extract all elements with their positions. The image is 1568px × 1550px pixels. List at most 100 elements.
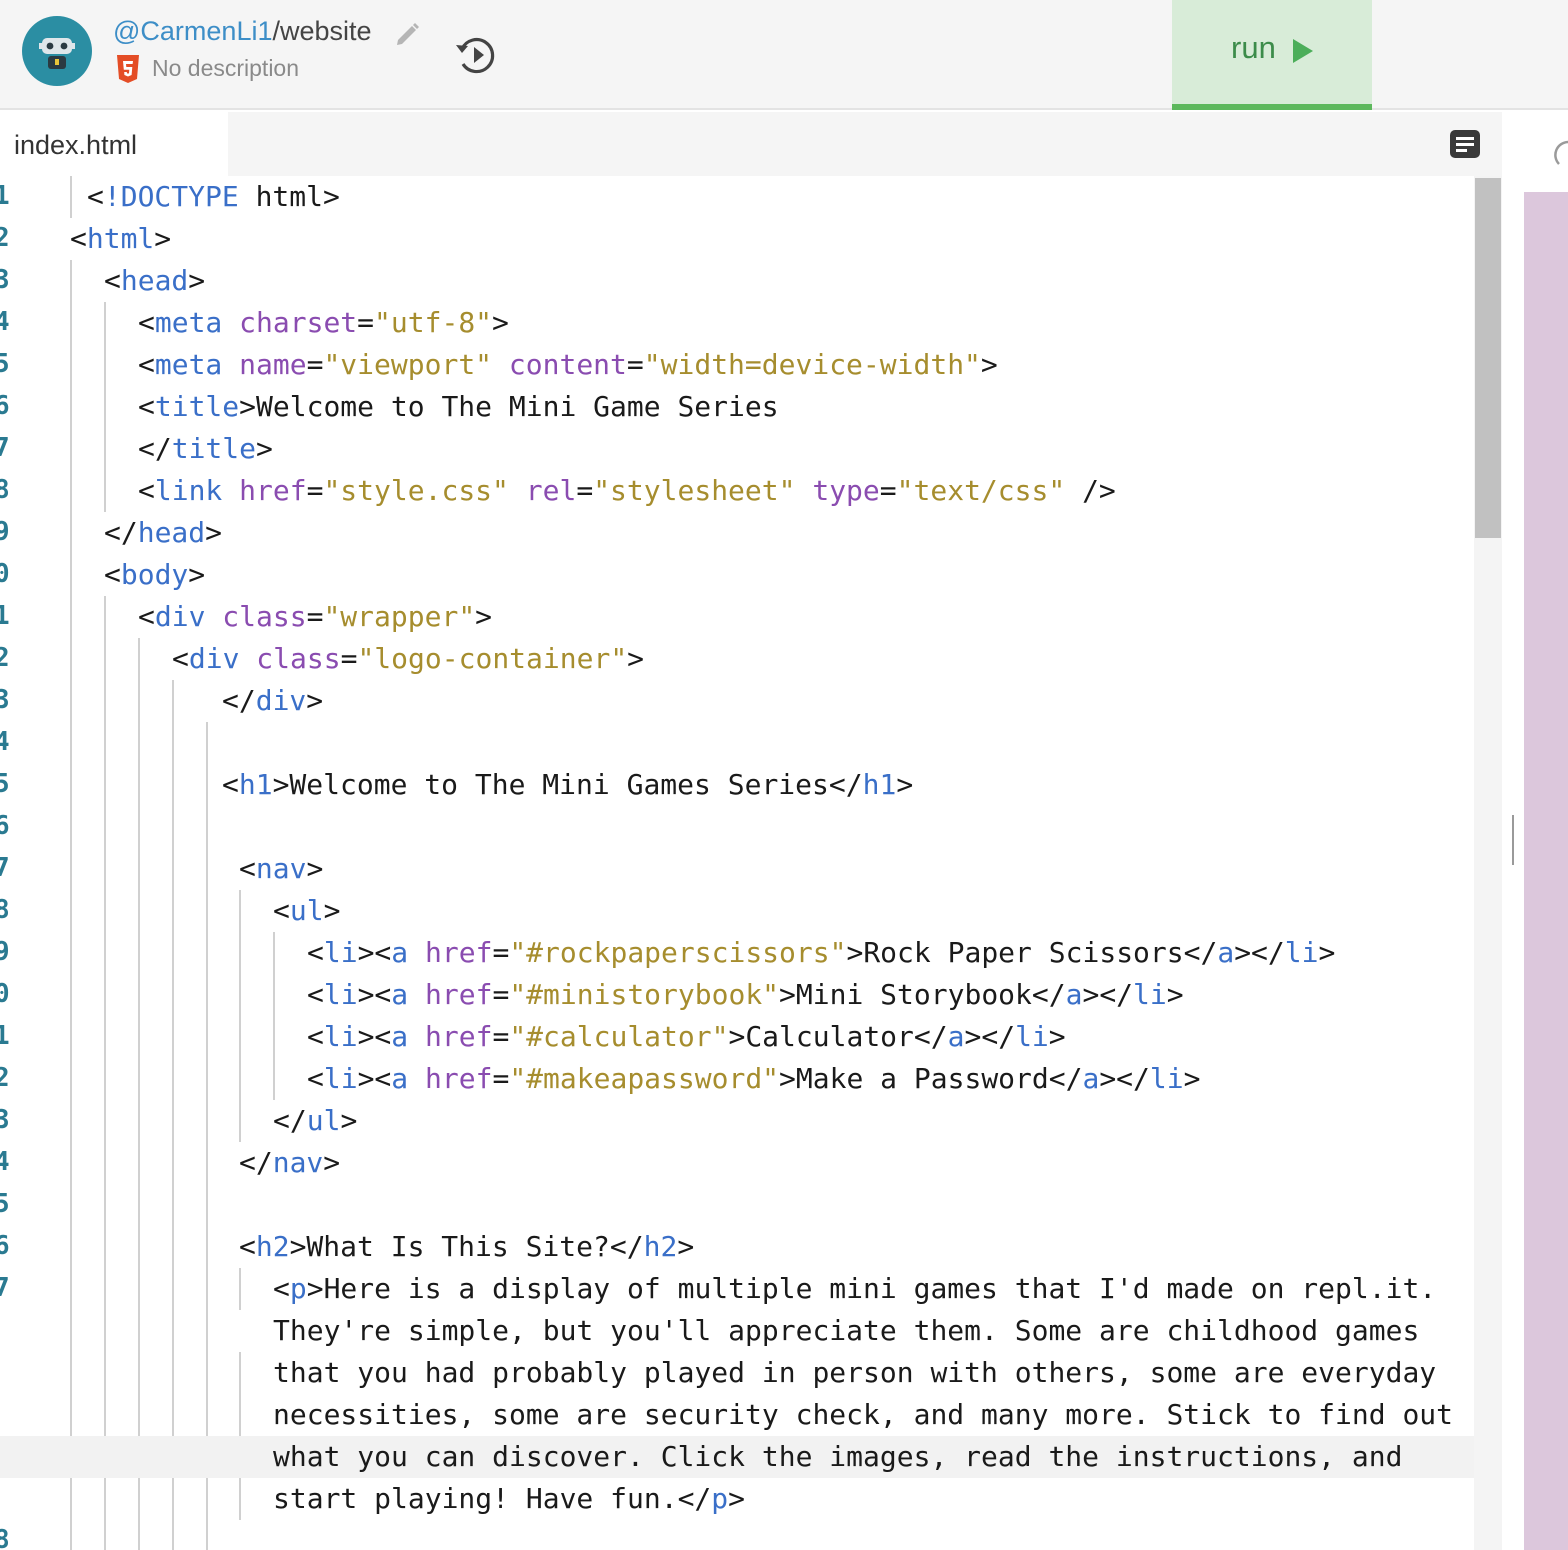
code-line[interactable]: 8 <ul> [0, 890, 1505, 932]
line-number: 4 [0, 1147, 10, 1177]
line-code: <title>Welcome to The Mini Game Series [138, 390, 779, 423]
code-line[interactable]: 0 <body> [0, 554, 1505, 596]
code-line[interactable]: 8 <link href="style.css" rel="stylesheet… [0, 470, 1505, 512]
line-code: They're simple, but you'll appreciate th… [273, 1314, 1420, 1347]
code-line[interactable]: 7 <p>Here is a display of multiple mini … [0, 1268, 1505, 1310]
code-line[interactable]: 0 <li><a href="#ministorybook">Mini Stor… [0, 974, 1505, 1016]
line-code: <html> [70, 222, 172, 255]
line-number: 0 [0, 559, 10, 589]
line-code: <h2>What Is This Site?</h2> [239, 1230, 695, 1263]
format-icon[interactable] [1449, 128, 1481, 160]
line-number: 1 [0, 601, 10, 631]
line-code: necessities, some are security check, an… [273, 1398, 1454, 1431]
code-line[interactable]: 4 </nav> [0, 1142, 1505, 1184]
line-number: 8 [0, 1525, 10, 1550]
code-line[interactable]: 5 [0, 1184, 1505, 1226]
line-code: <li><a href="#calculator">Calculator</a>… [307, 1020, 1066, 1053]
code-line[interactable]: start playing! Have fun.</p> [0, 1478, 1505, 1520]
line-code: <h1>Welcome to The Mini Games Series</h1… [222, 768, 914, 801]
code-line[interactable]: 7 </title> [0, 428, 1505, 470]
code-line-active[interactable]: what you can discover. Click the images,… [0, 1436, 1505, 1478]
refresh-icon[interactable] [1546, 136, 1568, 166]
code-line[interactable]: 7 <nav> [0, 848, 1505, 890]
line-number: 7 [0, 1273, 10, 1303]
title-separator: / [272, 16, 280, 46]
line-number: 9 [0, 937, 10, 967]
code-line[interactable]: 1 <!DOCTYPE html> [0, 176, 1505, 218]
code-line[interactable]: 3 </ul> [0, 1100, 1505, 1142]
line-number: 2 [0, 223, 10, 253]
line-number: 8 [0, 895, 10, 925]
html5-icon [117, 55, 139, 83]
line-number: 9 [0, 517, 10, 547]
history-icon[interactable] [453, 33, 499, 77]
line-code: <meta name="viewport" content="width=dev… [138, 348, 998, 381]
code-line[interactable]: 9 <li><a href="#rockpaperscissors">Rock … [0, 932, 1505, 974]
tab-index-html[interactable]: index.html [0, 112, 228, 176]
file-tab-bar: index.html [0, 112, 1505, 176]
line-code: <link href="style.css" rel="stylesheet" … [138, 474, 1116, 507]
code-line[interactable]: 1 <li><a href="#calculator">Calculator</… [0, 1016, 1505, 1058]
code-line[interactable]: necessities, some are security check, an… [0, 1394, 1505, 1436]
tab-label: index.html [14, 130, 138, 160]
run-button[interactable]: run [1172, 0, 1372, 110]
line-code: <head> [104, 264, 206, 297]
line-number: 8 [0, 475, 10, 505]
code-line[interactable]: 8 [0, 1520, 1505, 1550]
code-line[interactable]: 3 </div> [0, 680, 1505, 722]
code-line[interactable]: 6 <title>Welcome to The Mini Game Series [0, 386, 1505, 428]
repl-name[interactable]: website [280, 16, 372, 46]
line-code: </head> [104, 516, 223, 549]
line-number: 6 [0, 811, 10, 841]
repl-owner[interactable]: @CarmenLi1 [113, 16, 272, 46]
robot-icon [39, 38, 75, 69]
preview-pane [1524, 192, 1568, 1550]
line-code: <nav> [239, 852, 324, 885]
line-code: that you had probably played in person w… [273, 1356, 1437, 1389]
line-number: 7 [0, 853, 10, 883]
code-line[interactable]: 4 [0, 722, 1505, 764]
code-line[interactable]: They're simple, but you'll appreciate th… [0, 1310, 1505, 1352]
code-line[interactable]: 2 <div class="logo-container"> [0, 638, 1505, 680]
code-line[interactable]: 1 <div class="wrapper"> [0, 596, 1505, 638]
line-number: 5 [0, 349, 10, 379]
repl-title[interactable]: @CarmenLi1/website [113, 16, 372, 47]
line-number: 2 [0, 1063, 10, 1093]
line-code: </ul> [273, 1104, 358, 1137]
line-number: 0 [0, 979, 10, 1009]
scrollbar-thumb[interactable] [1475, 178, 1501, 538]
line-code: <p>Here is a display of multiple mini ga… [273, 1272, 1437, 1305]
code-line[interactable]: that you had probably played in person w… [0, 1352, 1505, 1394]
line-code: <li><a href="#makeapassword">Make a Pass… [307, 1062, 1201, 1095]
line-number: 1 [0, 1021, 10, 1051]
code-line[interactable]: 4 <meta charset="utf-8"> [0, 302, 1505, 344]
line-number: 3 [0, 685, 10, 715]
line-code: </nav> [239, 1146, 341, 1179]
line-number: 4 [0, 307, 10, 337]
line-number: 2 [0, 643, 10, 673]
line-code: <li><a href="#ministorybook">Mini Storyb… [307, 978, 1184, 1011]
code-line[interactable]: 5 <h1>Welcome to The Mini Games Series</… [0, 764, 1505, 806]
line-code: start playing! Have fun.</p> [273, 1482, 746, 1515]
code-line[interactable]: 6 <h2>What Is This Site?</h2> [0, 1226, 1505, 1268]
code-line[interactable]: 6 [0, 806, 1505, 848]
line-number: 3 [0, 265, 10, 295]
code-line[interactable]: 3 <head> [0, 260, 1505, 302]
code-line[interactable]: 5 <meta name="viewport" content="width=d… [0, 344, 1505, 386]
avatar[interactable] [22, 16, 92, 86]
pane-resize-handle[interactable] [1512, 815, 1514, 865]
code-editor[interactable]: 1 <!DOCTYPE html> 2 <html> 3 <head> 4 <m… [0, 176, 1505, 1550]
code-line[interactable]: 9 </head> [0, 512, 1505, 554]
repl-description[interactable]: No description [152, 55, 299, 82]
line-code: <ul> [273, 894, 341, 927]
line-number: 5 [0, 769, 10, 799]
top-bar: @CarmenLi1/website No description run [0, 0, 1568, 110]
line-code: </title> [138, 432, 273, 465]
code-line[interactable]: 2 <html> [0, 218, 1505, 260]
code-line[interactable]: 2 <li><a href="#makeapassword">Make a Pa… [0, 1058, 1505, 1100]
pencil-icon[interactable] [392, 18, 422, 48]
line-number: 6 [0, 391, 10, 421]
line-code: <!DOCTYPE html> [87, 180, 340, 213]
line-number: 5 [0, 1189, 10, 1219]
play-icon [1293, 39, 1313, 63]
